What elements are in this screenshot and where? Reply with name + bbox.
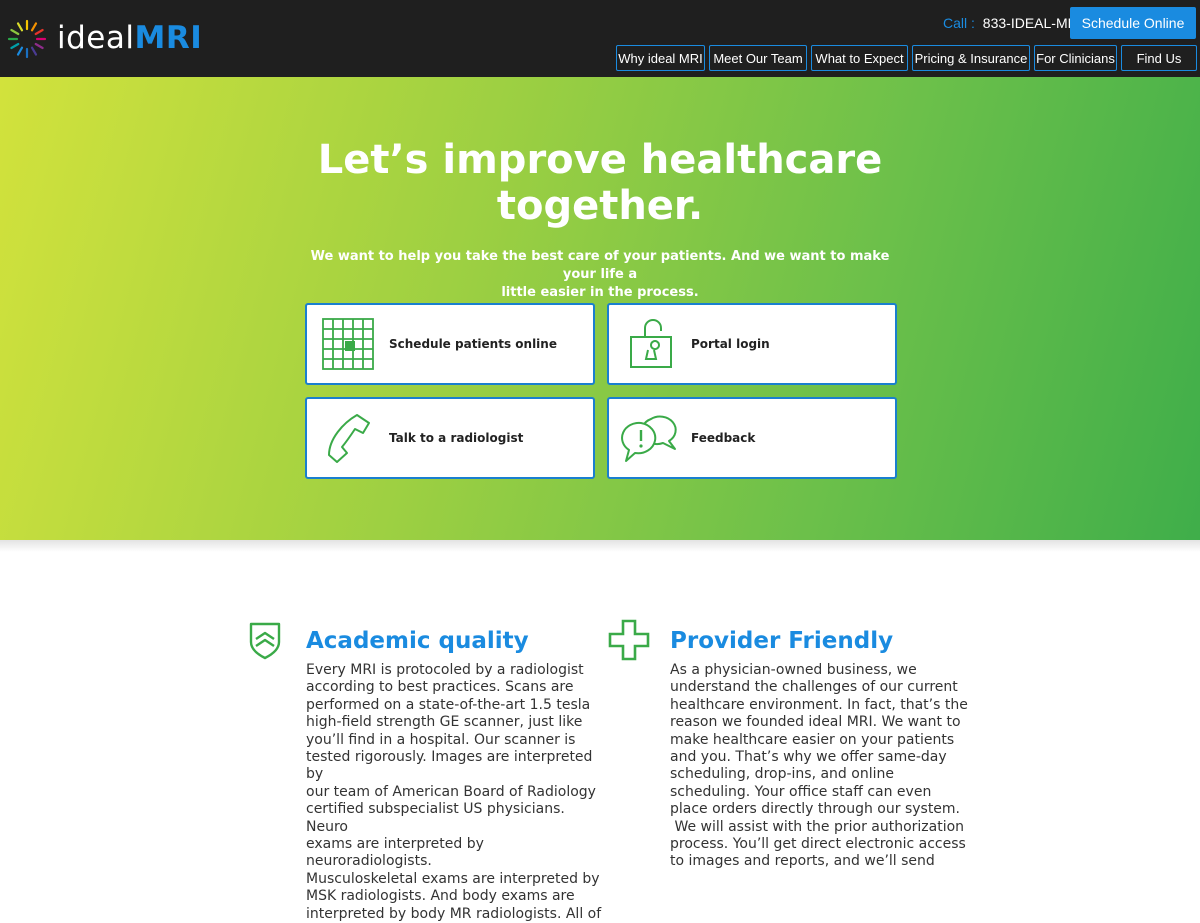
body-line: our team of American Board of Radiology <box>306 783 596 800</box>
nav-why-ideal-mri[interactable]: Why ideal MRI <box>616 45 705 71</box>
portal-login-card[interactable]: Portal login <box>607 303 897 385</box>
body-line: you’ll find in a hospital. Our scanner i… <box>306 731 576 748</box>
card-label: Portal login <box>691 337 770 351</box>
schedule-online-button[interactable]: Schedule Online <box>1070 7 1196 39</box>
body-line: process. You’ll get direct electronic ac… <box>670 836 966 853</box>
schedule-patients-online-card[interactable]: Schedule patients online <box>305 303 595 385</box>
feedback-card[interactable]: Feedback <box>607 397 897 479</box>
body-line: to images and reports, and we’ll send <box>670 853 935 870</box>
body-line: MSK radiologists. And body exams are <box>306 888 575 905</box>
site-header: idealMRI Call : 833-IDEAL-MR Schedule On… <box>0 0 1200 77</box>
medical-cross-icon <box>608 619 650 661</box>
body-line: tested rigorously. Images are interprete… <box>306 749 593 783</box>
body-line: scheduling, drop-ins, and online <box>670 766 894 783</box>
nav-meet-our-team[interactable]: Meet Our Team <box>709 45 807 71</box>
speech-bubbles-icon <box>621 415 677 462</box>
body-line: interpreted by body MR radiologists. All… <box>306 905 602 922</box>
feature-title-provider-friendly: Provider Friendly <box>670 628 894 654</box>
body-line: As a physician-owned business, we <box>670 662 917 678</box>
body-line: healthcare environment. In fact, that’s … <box>670 696 968 713</box>
hero-title-line-1: Let’s improve healthcare <box>317 137 883 183</box>
calendar-grid-icon <box>322 318 374 370</box>
hero-section: Let’s improve healthcare together. We wa… <box>0 77 1200 540</box>
body-line: We will assist with the prior authorizat… <box>670 818 965 835</box>
body-line: understand the challenges of our current <box>670 679 958 696</box>
shield-chevron-icon <box>249 622 281 660</box>
hero-subtitle-line-2: little easier in the process. <box>501 285 699 300</box>
call-info: Call : 833-IDEAL-MR <box>943 15 1078 31</box>
call-label: Call : <box>943 15 975 31</box>
body-line: place orders directly through our system… <box>670 801 961 818</box>
card-label: Talk to a radiologist <box>389 431 524 445</box>
section-divider-shadow <box>0 540 1200 552</box>
talk-to-radiologist-card[interactable]: Talk to a radiologist <box>305 397 595 479</box>
body-line: according to best practices. Scans are <box>306 679 574 696</box>
body-line: reason we founded ideal MRI. We want to <box>670 714 961 731</box>
nav-pricing-insurance[interactable]: Pricing & Insurance <box>912 45 1030 71</box>
hero-subtitle: We want to help you take the best care o… <box>300 248 900 302</box>
body-line: and you. That’s why we offer same-day <box>670 749 947 766</box>
body-line: Musculoskeletal exams are interpreted by <box>306 870 600 887</box>
body-line: exams are interpreted by neuroradiologis… <box>306 836 484 870</box>
phone-handset-icon <box>328 414 370 463</box>
site-logo[interactable]: idealMRI <box>6 18 202 60</box>
hero-title: Let’s improve healthcare together. <box>300 137 900 229</box>
body-line: high-field strength GE scanner, just lik… <box>306 714 583 731</box>
hero-subtitle-line-1: We want to help you take the best care o… <box>310 249 890 282</box>
body-line: certified subspecialist US physicians. N… <box>306 801 565 835</box>
logo-wordmark: idealMRI <box>57 20 203 56</box>
card-label: Feedback <box>691 431 756 445</box>
unlocked-padlock-icon <box>630 319 672 368</box>
body-line: make healthcare easier on your patients <box>670 731 955 748</box>
body-line: scheduling. Your office staff can even <box>670 783 932 800</box>
card-label: Schedule patients online <box>389 337 557 351</box>
feature-body-academic-quality: Every MRI is protocoled by a radiologist… <box>306 662 606 923</box>
hero-title-line-2: together. <box>496 183 704 229</box>
feature-title-academic-quality: Academic quality <box>306 628 529 654</box>
nav-for-clinicians[interactable]: For Clinicians <box>1034 45 1117 71</box>
nav-find-us[interactable]: Find Us <box>1121 45 1197 71</box>
body-line: Every MRI is protocoled by a radiologist <box>306 662 584 678</box>
sunburst-logo-icon <box>7 19 47 59</box>
feature-body-provider-friendly: As a physician-owned business, we unders… <box>670 662 970 871</box>
phone-number-link[interactable]: 833-IDEAL-MR <box>983 15 1078 31</box>
body-line: performed on a state-of-the-art 1.5 tesl… <box>306 696 591 713</box>
nav-what-to-expect[interactable]: What to Expect <box>811 45 908 71</box>
